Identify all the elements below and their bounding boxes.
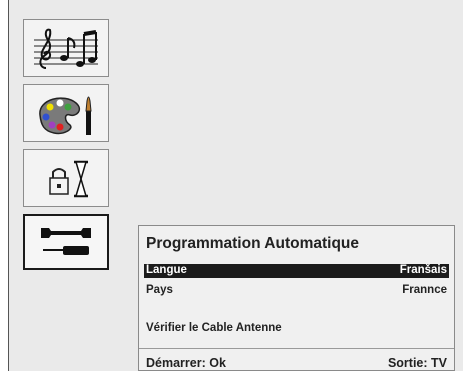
language-row[interactable]: Langue Franšais [144,264,449,278]
menu-tile-sound[interactable] [23,19,109,77]
wrench-screwdriver-icon [41,228,91,255]
music-notes-icon [34,28,98,69]
country-row[interactable]: Pays Frannce [144,284,449,298]
exit-hint[interactable]: Sortie: TV [388,356,447,370]
menu-tile-timer[interactable] [23,149,109,207]
start-hint[interactable]: Démarrer: Ok [146,356,226,370]
language-label: Langue [146,264,187,276]
lock-hourglass-icon [49,160,88,198]
tv-osd-screen: Programmation Automatique Langue Franšai… [8,0,463,371]
auto-programming-dialog: Programmation Automatique Langue Franšai… [138,225,455,371]
language-value: Franšais [399,264,447,276]
dialog-title: Programmation Automatique [146,235,359,252]
country-value: Frannce [402,284,447,296]
menu-tile-picture[interactable] [23,84,109,142]
country-label: Pays [146,284,173,296]
palette-brush-icon [39,96,92,135]
menu-tile-setup[interactable] [23,214,109,270]
antenna-notice: Vérifier le Cable Antenne [146,322,282,334]
footer-divider [139,348,454,349]
